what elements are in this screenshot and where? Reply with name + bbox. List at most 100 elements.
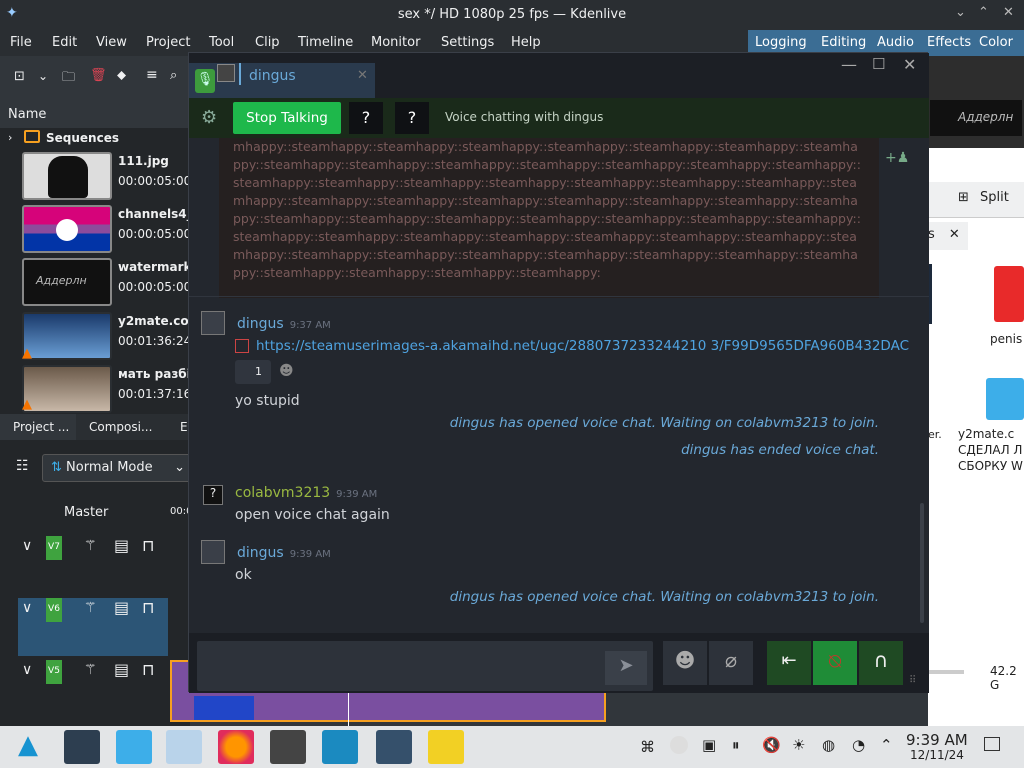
- tab-project-bin[interactable]: Project ...: [0, 414, 76, 440]
- file-label[interactable]: y2mate.c СДЕЛАЛ Л СБОРКУ W: [958, 426, 1024, 474]
- menu-edit[interactable]: Edit: [52, 35, 77, 50]
- message-author[interactable]: dingus 9:39 AM: [237, 545, 331, 561]
- workspace-color[interactable]: Color: [972, 30, 1024, 56]
- trash-icon[interactable]: 🗑: [90, 68, 107, 83]
- lock-icon[interactable]: ⊓: [142, 660, 154, 679]
- split-button[interactable]: Split: [980, 190, 1009, 205]
- lock-icon[interactable]: ⊓: [142, 598, 154, 617]
- bin-clip[interactable]: 111.jpg 00:00:05:00: [0, 150, 190, 202]
- effects-wand-icon[interactable]: ⚚: [84, 662, 97, 678]
- menu-project[interactable]: Project: [146, 35, 190, 50]
- globe-icon[interactable]: ◍: [822, 736, 835, 754]
- settings-app-icon[interactable]: [64, 730, 100, 764]
- message-author[interactable]: dingus 9:37 AM: [237, 316, 331, 332]
- film-icon[interactable]: ▤: [114, 660, 129, 679]
- close-icon[interactable]: ✕: [903, 55, 916, 74]
- track-v7[interactable]: ∨ V7 ⚚ ▤ ⊓: [18, 536, 168, 594]
- message-author[interactable]: colabvm3213 9:39 AM: [235, 485, 377, 501]
- minimize-icon[interactable]: —: [841, 55, 857, 74]
- banana-app-icon[interactable]: [428, 730, 464, 764]
- collapse-icon[interactable]: ∨: [22, 538, 32, 554]
- tab-compositions[interactable]: Composi...: [89, 420, 152, 434]
- minimize-icon[interactable]: ⌄: [955, 5, 966, 20]
- avatar[interactable]: [201, 311, 225, 335]
- menu-tool[interactable]: Tool: [209, 35, 234, 50]
- close-tab-icon[interactable]: ✕: [949, 227, 960, 242]
- resize-grip-icon[interactable]: ⠿: [909, 675, 916, 686]
- scrollbar[interactable]: [920, 503, 924, 623]
- track-v5[interactable]: ∨ V5 ⚚ ▤ ⊓: [18, 660, 168, 718]
- track-v6[interactable]: ∨ V6 ⚚ ▤ ⊓: [18, 598, 168, 656]
- menu-icon[interactable]: ≡: [146, 67, 158, 83]
- mute-microphone-icon[interactable]: ⍉: [813, 641, 857, 685]
- tab-effects[interactable]: E: [180, 420, 188, 434]
- leave-voice-icon[interactable]: ⇤: [767, 641, 811, 685]
- menu-monitor[interactable]: Monitor: [371, 35, 420, 50]
- arch-launcher-icon[interactable]: ▲: [18, 730, 38, 760]
- message-input[interactable]: [197, 641, 653, 691]
- chevron-down-icon[interactable]: ⌄: [38, 69, 48, 83]
- steam-tray-icon[interactable]: [670, 736, 688, 754]
- volume-muted-icon[interactable]: 🔇: [762, 736, 781, 754]
- effects-wand-icon[interactable]: ⚚: [84, 538, 97, 554]
- lock-icon[interactable]: ⊓: [142, 536, 154, 555]
- file-tab[interactable]: s ✕: [928, 222, 968, 250]
- add-clip-icon[interactable]: ⊡: [14, 69, 25, 84]
- sequences-folder[interactable]: Sequences: [46, 131, 119, 145]
- film-icon[interactable]: ▤: [114, 598, 129, 617]
- folder-icon[interactable]: 🗀: [62, 68, 75, 90]
- firefox-app-icon[interactable]: [218, 730, 254, 764]
- settings-sliders-icon[interactable]: ☷: [16, 458, 29, 474]
- video-file-icon[interactable]: [986, 378, 1024, 420]
- add-reaction-icon[interactable]: ☻: [279, 363, 294, 379]
- stop-talking-button[interactable]: Stop Talking: [233, 102, 341, 134]
- bin-clip[interactable]: ▲ y2mate.co 00:01:36:24: [0, 310, 190, 362]
- maximize-icon[interactable]: ⌃: [978, 5, 989, 20]
- playhead[interactable]: [348, 692, 349, 726]
- terminal-app-icon[interactable]: [270, 730, 306, 764]
- expand-arrow-icon[interactable]: ›: [8, 131, 12, 144]
- tag-icon[interactable]: ⬥: [117, 68, 126, 83]
- menu-clip[interactable]: Clip: [255, 35, 280, 50]
- bin-clip[interactable]: channels4_ 00:00:05:00: [0, 203, 190, 255]
- avatar[interactable]: ?: [203, 485, 223, 505]
- film-icon[interactable]: ▤: [114, 536, 129, 555]
- mode-select[interactable]: ⇅ Normal Mode ⌄: [42, 454, 192, 482]
- discover-app-icon[interactable]: [116, 730, 152, 764]
- menu-view[interactable]: View: [96, 35, 127, 50]
- avatar[interactable]: [201, 540, 225, 564]
- split-icon[interactable]: ⊞: [958, 190, 969, 205]
- headphones-icon[interactable]: ∩: [859, 641, 903, 685]
- send-icon[interactable]: ➤: [605, 651, 647, 685]
- clock-date[interactable]: 12/11/24: [910, 748, 964, 762]
- collapse-icon[interactable]: ∨: [22, 662, 32, 678]
- close-icon[interactable]: ✕: [1003, 5, 1014, 20]
- bin-clip[interactable]: ▲ мать разбі 00:01:37:16: [0, 363, 190, 415]
- bin-clip[interactable]: Аддерлн watermark 00:00:05:00: [0, 256, 190, 308]
- add-friend-icon[interactable]: +♟: [885, 150, 909, 166]
- collapse-icon[interactable]: ∨: [22, 600, 32, 616]
- clipboard-icon[interactable]: ▣: [702, 736, 716, 754]
- file-label[interactable]: penis: [990, 332, 1022, 346]
- gear-icon[interactable]: ⚙: [201, 107, 217, 128]
- chevron-up-icon[interactable]: ⌃: [880, 736, 893, 754]
- effects-wand-icon[interactable]: ⚚: [84, 600, 97, 616]
- close-tab-icon[interactable]: ✕: [357, 68, 368, 83]
- files-app-icon[interactable]: [166, 730, 202, 764]
- attach-icon[interactable]: ⌀: [709, 641, 753, 685]
- network-icon[interactable]: ⌘: [640, 738, 655, 756]
- steam-app-icon[interactable]: [322, 730, 358, 764]
- pause-icon[interactable]: ⏸: [732, 736, 740, 754]
- menu-help[interactable]: Help: [511, 35, 541, 50]
- brightness-icon[interactable]: ☀: [792, 736, 805, 754]
- show-desktop-icon[interactable]: [984, 737, 1000, 751]
- maximize-icon[interactable]: ☐: [872, 55, 885, 73]
- speedometer-icon[interactable]: ◔: [852, 736, 865, 754]
- emoticon-icon[interactable]: ☻: [663, 641, 707, 685]
- reaction-pill[interactable]: 1: [235, 360, 271, 384]
- menu-settings[interactable]: Settings: [441, 35, 494, 50]
- kdenlive-app-icon[interactable]: [376, 730, 412, 764]
- clock-time[interactable]: 9:39 AM: [906, 731, 968, 749]
- chat-tab[interactable]: 🎙 dingus ✕: [189, 63, 375, 99]
- pdf-file-icon[interactable]: [994, 266, 1024, 322]
